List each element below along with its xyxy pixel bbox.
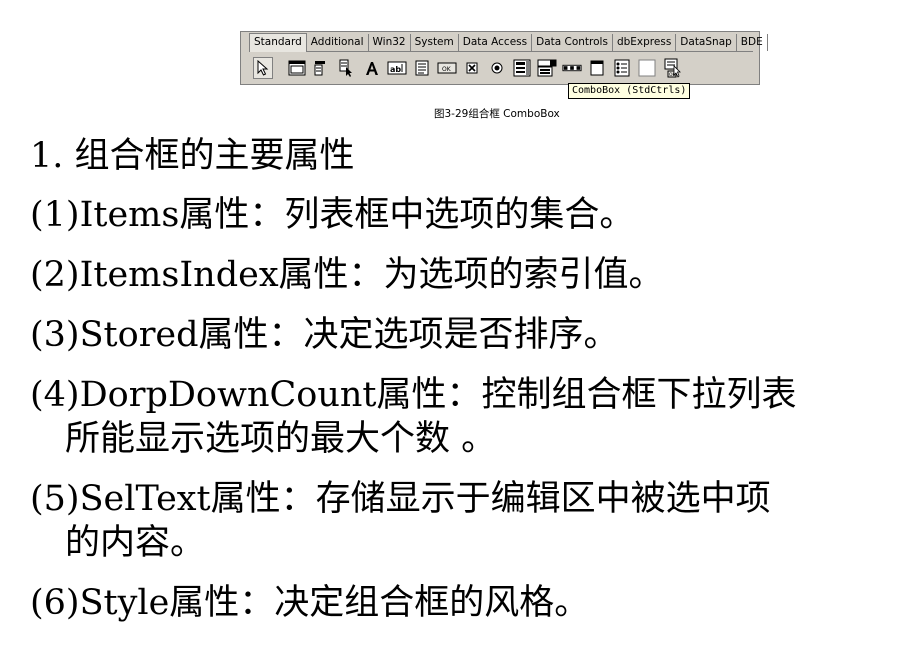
combobox-tooltip: ComboBox (StdCtrls)	[568, 83, 691, 99]
edit-icon[interactable]: ab	[387, 57, 407, 79]
property-text: (2)ItemsIndex属性：为选项的索引值。	[30, 255, 664, 295]
palette-tabs: Standard Additional Win32 System Data Ac…	[249, 32, 768, 52]
property-text: (5)SelText属性：存储显示于编辑区中被选中项	[30, 479, 771, 519]
tab-system[interactable]: System	[411, 34, 459, 51]
popupmenu-icon[interactable]	[337, 57, 357, 79]
property-text: (4)DorpDownCount属性：控制组合框下拉列表	[30, 375, 797, 415]
pointer-icon[interactable]	[253, 57, 273, 79]
panel-icon[interactable]	[637, 57, 657, 79]
tab-standard[interactable]: Standard	[249, 33, 307, 52]
scrollbar-icon[interactable]	[562, 57, 582, 79]
property-item: (2)ItemsIndex属性：为选项的索引值。	[30, 253, 910, 297]
listbox-icon[interactable]	[512, 57, 532, 79]
property-item: (4)DorpDownCount属性：控制组合框下拉列表 所能显示选项的最大个数…	[30, 373, 910, 461]
svg-text:OK: OK	[442, 66, 452, 73]
radiobutton-icon[interactable]	[487, 57, 507, 79]
tab-datasnap[interactable]: DataSnap	[676, 34, 737, 51]
property-item: (6)Style属性：决定组合框的风格。	[30, 581, 910, 625]
frames-icon[interactable]	[287, 57, 307, 79]
radiogroup-icon[interactable]	[612, 57, 632, 79]
combobox-icon[interactable]	[537, 57, 557, 79]
svg-text:ab: ab	[390, 65, 401, 74]
tab-additional[interactable]: Additional	[307, 34, 369, 51]
component-palette: Standard Additional Win32 System Data Ac…	[240, 31, 768, 85]
property-list: (1)Items属性：列表框中选项的集合。 (2)ItemsIndex属性：为选…	[30, 193, 910, 641]
tab-dbexpress[interactable]: dbExpress	[613, 34, 677, 51]
property-text-continued: 的内容。	[65, 523, 206, 563]
property-text: (1)Items属性：列表框中选项的集合。	[30, 195, 635, 235]
property-text: (3)Stored属性：决定选项是否排序。	[30, 315, 619, 355]
memo-icon[interactable]	[412, 57, 432, 79]
tab-data-controls[interactable]: Data Controls	[532, 34, 613, 51]
property-item: (3)Stored属性：决定选项是否排序。	[30, 313, 910, 357]
figure-caption: 图3-29组合框 ComboBox	[434, 108, 560, 120]
property-text-continued: 所能显示选项的最大个数 。	[65, 419, 497, 459]
label-icon[interactable]	[362, 57, 382, 79]
section-heading: 1. 组合框的主要属性	[30, 136, 355, 176]
checkbox-icon[interactable]	[462, 57, 482, 79]
property-text: (6)Style属性：决定组合框的风格。	[30, 583, 590, 623]
actionlist-icon[interactable]: OK	[662, 57, 682, 79]
tab-data-access[interactable]: Data Access	[459, 34, 533, 51]
button-icon[interactable]: OK	[437, 57, 457, 79]
groupbox-icon[interactable]	[587, 57, 607, 79]
component-toolbar: ab OK OK	[253, 55, 687, 81]
property-item: (1)Items属性：列表框中选项的集合。	[30, 193, 910, 237]
tab-bde[interactable]: BDE	[737, 34, 768, 51]
property-item: (5)SelText属性：存储显示于编辑区中被选中项 的内容。	[30, 477, 910, 565]
mainmenu-icon[interactable]	[312, 57, 332, 79]
tab-win32[interactable]: Win32	[369, 34, 411, 51]
